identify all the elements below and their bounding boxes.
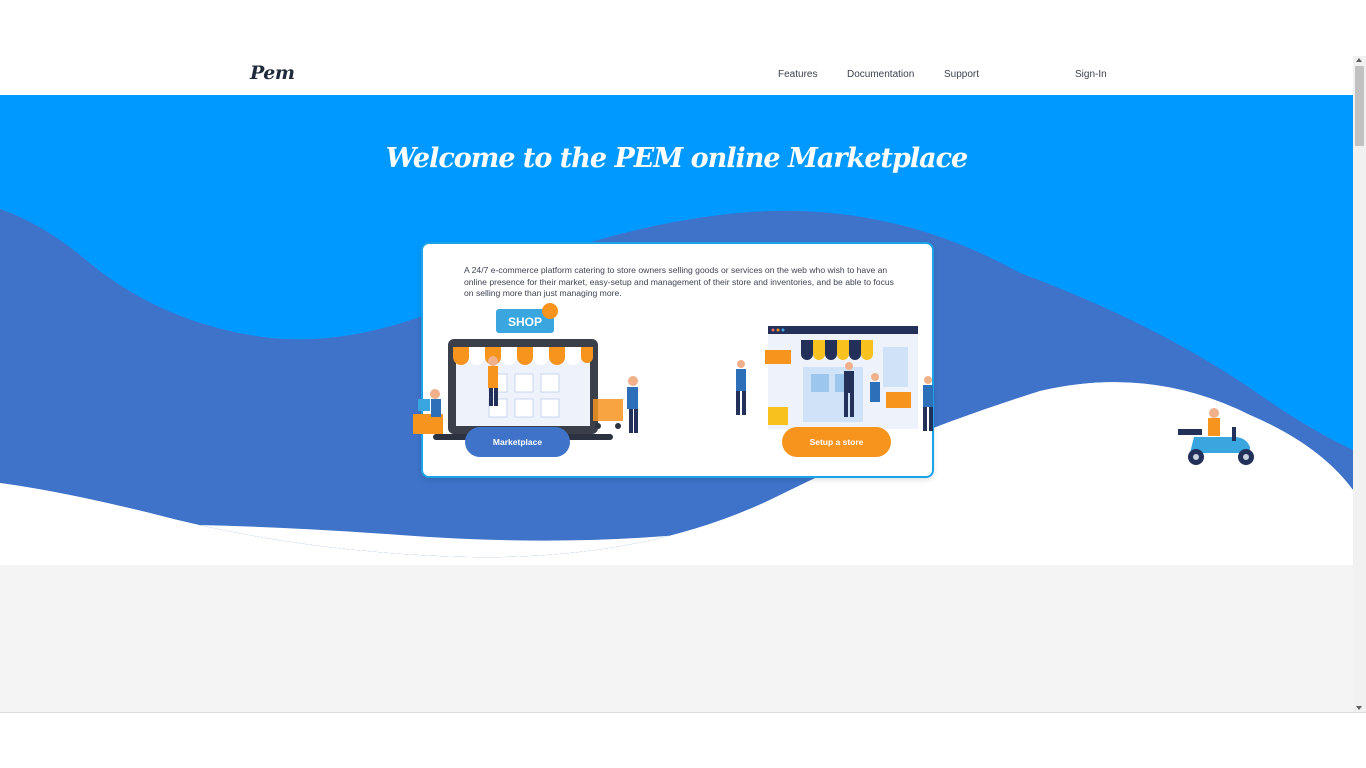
- delivery-scooter-illustration: [1178, 408, 1254, 465]
- hero-title: Welcome to the PEM online Marketplace: [385, 143, 968, 174]
- nav-signin-link[interactable]: Sign-In: [1075, 69, 1107, 80]
- scrollbar-thumb[interactable]: [1355, 66, 1364, 146]
- top-navbar: Pem Features Documentation Support Sign-…: [0, 56, 1353, 95]
- scroll-up-arrow-icon[interactable]: [1356, 58, 1362, 62]
- scroll-down-arrow-icon[interactable]: [1356, 706, 1362, 710]
- intro-card: A 24/7 e-commerce platform catering to s…: [413, 242, 934, 478]
- storefront-illustration: [736, 326, 933, 431]
- viewport-bottom-divider: [0, 712, 1366, 713]
- shop-sign: SHOP: [508, 315, 542, 329]
- platform-description: A 24/7 e-commerce platform catering to s…: [464, 265, 894, 299]
- nav-support-link[interactable]: Support: [944, 69, 979, 80]
- page-scrollbar[interactable]: [1353, 56, 1366, 712]
- marketplace-button[interactable]: Marketplace: [465, 427, 570, 457]
- hero-section: Welcome to the PEM online Marketplace A …: [0, 95, 1353, 712]
- page-viewport: Pem Features Documentation Support Sign-…: [0, 56, 1353, 712]
- nav-documentation-link[interactable]: Documentation: [847, 69, 914, 80]
- brand-logo[interactable]: Pem: [250, 62, 295, 84]
- nav-features-link[interactable]: Features: [778, 69, 817, 80]
- setup-store-button[interactable]: Setup a store: [782, 427, 891, 457]
